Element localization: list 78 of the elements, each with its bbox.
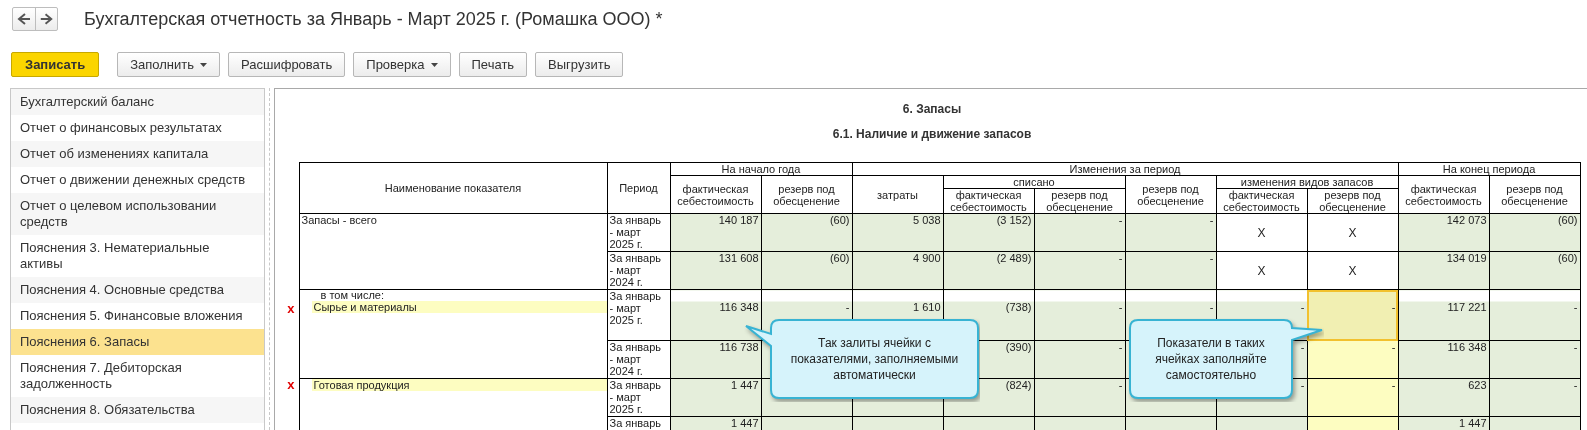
sidebar-item[interactable]: Бухгалтерский баланс bbox=[11, 89, 264, 115]
table-cell: (2 489) bbox=[943, 251, 1034, 290]
period-cell: За январь - март 2024 г. bbox=[607, 340, 670, 379]
table-cell: - bbox=[1125, 251, 1216, 290]
column-header: Наименование показателя bbox=[299, 162, 607, 214]
table-cell: X bbox=[1307, 251, 1398, 290]
table-cell: - bbox=[1125, 213, 1216, 252]
table-cell: - bbox=[1034, 213, 1125, 252]
error-mark: x bbox=[287, 302, 295, 315]
table-cell: 117 221 bbox=[1398, 289, 1489, 341]
period-cell: За январь bbox=[607, 416, 670, 430]
table-cell: - bbox=[1034, 340, 1125, 379]
table-cell[interactable]: - bbox=[1307, 378, 1398, 417]
column-header: фактическая себестоимость bbox=[1398, 175, 1489, 214]
table-cell: - bbox=[1489, 340, 1580, 379]
caret-icon bbox=[200, 62, 208, 67]
column-header: резерв под обесценение bbox=[761, 175, 852, 214]
sidebar-item[interactable]: Отчет об изменениях капитала bbox=[11, 141, 264, 167]
table-cell: 116 738 bbox=[670, 340, 761, 379]
period-cell: За январь - март 2025 г. bbox=[607, 289, 670, 341]
table-cell: 140 187 bbox=[670, 213, 761, 252]
column-header: На начало года bbox=[670, 162, 852, 176]
table-cell[interactable]: - bbox=[1307, 340, 1398, 379]
column-header: изменения видов запасов bbox=[1216, 175, 1398, 189]
column-header: На конец периода bbox=[1398, 162, 1580, 176]
table-cell: X bbox=[1216, 251, 1307, 290]
table-cell: 623 bbox=[1398, 378, 1489, 417]
sidebar-item[interactable]: Отчет о целевом использовании средств bbox=[11, 193, 264, 235]
toolbar-button[interactable]: Выгрузить bbox=[535, 52, 624, 77]
column-header: фактическая себестоимость bbox=[670, 175, 761, 214]
column-header: резерв под обесценение bbox=[1125, 175, 1216, 214]
table-cell: - bbox=[1034, 251, 1125, 290]
toolbar-button[interactable]: Расшифровать bbox=[228, 52, 346, 77]
toolbar-button[interactable]: Записать bbox=[11, 52, 100, 77]
table-cell: - bbox=[1489, 378, 1580, 417]
toolbar-button[interactable]: Проверка bbox=[353, 52, 451, 77]
table-cell: - bbox=[1489, 289, 1580, 341]
toolbar-button[interactable]: Печать bbox=[458, 52, 528, 77]
table-cell: 5 038 bbox=[852, 213, 943, 252]
table-cell: - bbox=[1034, 378, 1125, 417]
period-cell: За январь - март 2025 г. bbox=[607, 378, 670, 417]
column-header: фактическая себестоимость bbox=[1216, 188, 1307, 214]
sidebar-item[interactable]: Пояснения 4. Основные средства bbox=[11, 277, 264, 303]
table-cell: 134 019 bbox=[1398, 251, 1489, 290]
report-title: 6. Запасы bbox=[902, 102, 962, 116]
row-note: в том числе: bbox=[319, 290, 386, 301]
table-cell: (60) bbox=[1489, 251, 1580, 290]
table-cell: (60) bbox=[761, 251, 852, 290]
column-header: затраты bbox=[852, 175, 943, 214]
table-cell: (60) bbox=[1489, 213, 1580, 252]
table-cell: X bbox=[1307, 213, 1398, 252]
period-cell: За январь - март 2024 г. bbox=[607, 251, 670, 290]
error-mark: x bbox=[287, 378, 295, 391]
table-cell: (60) bbox=[761, 213, 852, 252]
column-header: резерв под обесценение bbox=[1489, 175, 1580, 214]
table-cell: 142 073 bbox=[1398, 213, 1489, 252]
table-cell: 116 348 bbox=[1398, 340, 1489, 379]
row-name: Сырье и материалы bbox=[311, 301, 607, 313]
table-cell: 116 348 bbox=[670, 289, 761, 341]
toolbar-button[interactable]: Заполнить bbox=[117, 52, 221, 77]
table-cell: 1 447 bbox=[670, 378, 761, 417]
table-cell: - bbox=[1034, 289, 1125, 341]
column-header: Период bbox=[607, 162, 670, 214]
sidebar-item[interactable]: Пояснения 8. Обязательства bbox=[11, 397, 264, 423]
window-title: Бухгалтерская отчетность за Январь - Март 2025 г. (Ромашка ООО) * bbox=[84, 8, 663, 30]
column-header: Изменения за период bbox=[852, 162, 1398, 176]
table-cell: X bbox=[1216, 213, 1307, 252]
period-cell: За январь - март 2025 г. bbox=[607, 213, 670, 252]
table-cell[interactable]: - bbox=[1307, 289, 1398, 341]
table-cell: (3 152) bbox=[943, 213, 1034, 252]
table-cell: 4 900 bbox=[852, 251, 943, 290]
caret-icon bbox=[430, 62, 438, 67]
report-subtitle: 6.1. Наличие и движение запасов bbox=[832, 127, 1032, 141]
column-header: списано bbox=[943, 175, 1125, 189]
column-header: фактическая себестоимость bbox=[943, 188, 1034, 214]
sidebar-item[interactable]: Пояснения 6. Запасы bbox=[11, 329, 264, 355]
row-name: Готовая продукция bbox=[311, 379, 607, 391]
table-cell: 131 608 bbox=[670, 251, 761, 290]
